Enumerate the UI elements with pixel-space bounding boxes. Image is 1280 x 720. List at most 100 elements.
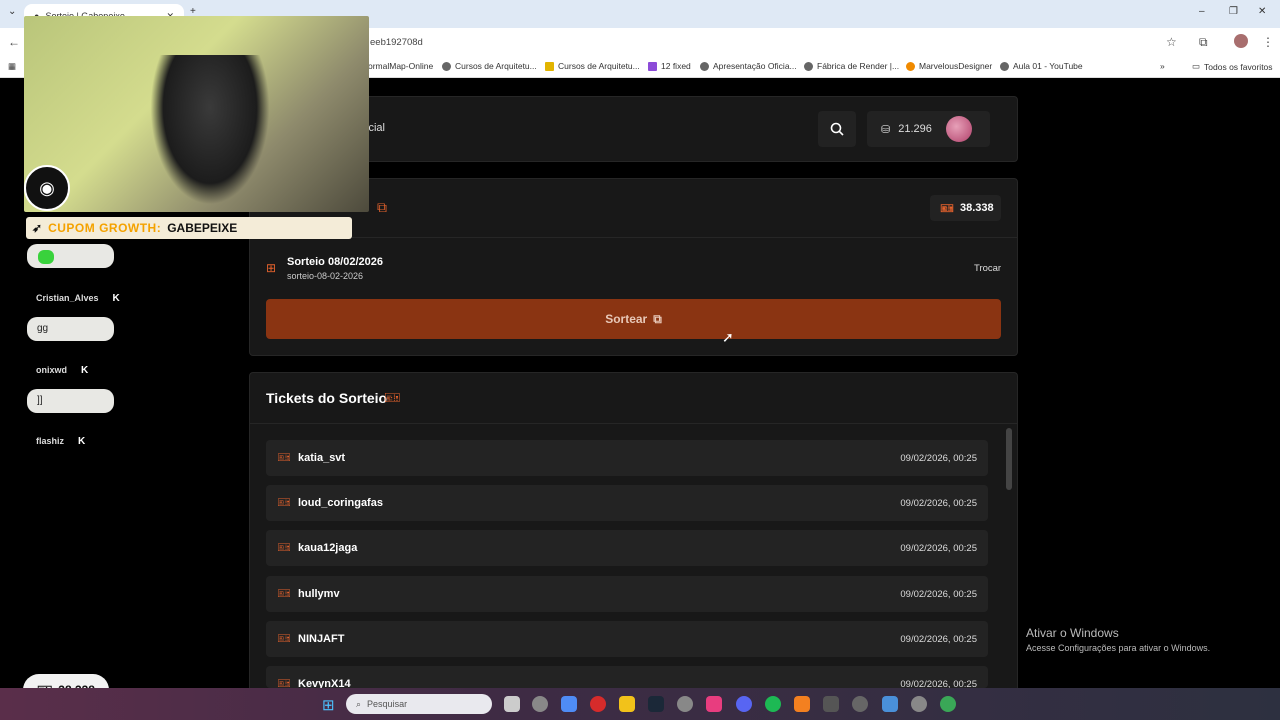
minimize-icon[interactable]: – [1199,6,1205,17]
ticket-row: 🎫︎ katia_svt 09/02/2026, 00:25 [266,440,988,476]
windows-taskbar [0,688,1280,720]
ticket-row: 🎫︎ kaua12jaga 09/02/2026, 00:25 [266,530,988,566]
ticket-count-value: 38.338 [959,202,994,214]
kick-icon: K [81,365,89,376]
file-explorer-icon[interactable] [619,696,635,712]
streamer-logo-icon: ◉ [24,165,70,211]
ticket-date: 09/02/2026, 00:25 [900,634,977,645]
taskbar-app-icon[interactable] [823,696,839,712]
chrome-icon[interactable] [940,696,956,712]
search-icon [830,122,844,136]
bookmark-item[interactable]: 12 fixed [648,61,691,71]
spotify-icon[interactable] [765,696,781,712]
coupon-code: GABEPEIXE [167,221,238,235]
taskbar-app-icon[interactable] [852,696,868,712]
menu-icon[interactable]: ⋮ [1262,35,1274,49]
taskbar-app-icon[interactable] [706,696,722,712]
webcam-person [150,55,270,205]
gift-icon: ⊞ [266,261,277,275]
opera-icon[interactable] [590,696,606,712]
ticket-icon: 🎫︎ [277,588,291,600]
taskbar-app-icon[interactable] [677,696,693,712]
mouse-cursor-icon: ➚ [722,329,734,345]
kick-icon: K [112,293,120,304]
divider [250,237,1017,238]
tickets-title: Tickets do Sorteio [266,390,388,406]
bookmark-item[interactable]: Cursos de Arquitetu... [545,61,640,71]
bookmark-star-icon[interactable]: ☆ [1166,35,1177,49]
taskbar-app-icon[interactable] [911,696,927,712]
ticket-icon: 🎫︎ [277,542,291,554]
chat-user: Cristian_Alves K [36,293,120,304]
ticket-date: 09/02/2026, 00:25 [900,589,977,600]
bookmark-item[interactable]: Aula 01 - YouTube [1000,61,1083,71]
ticket-count-badge: 🎫︎ 38.338 [930,195,1001,221]
draw-button[interactable]: Sortear ⧉ [266,299,1001,339]
ticket-date: 09/02/2026, 00:25 [900,543,977,554]
tab-list-icon[interactable]: ⌄ [8,6,16,17]
bookmarks-overflow-icon[interactable]: » [1160,61,1165,71]
maximize-icon[interactable]: ❐ [1229,6,1238,17]
ticket-user: kaua12jaga [298,542,358,554]
ticket-row: 🎫︎ loud_coringafas 09/02/2026, 00:25 [266,485,988,521]
kick-icon: K [78,436,86,447]
ticket-row: 🎫︎ KevynX14 09/02/2026, 00:25 [266,666,988,688]
ticket-icon: 🎫︎ [384,390,401,405]
ticket-date: 09/02/2026, 00:25 [900,498,977,509]
close-window-icon[interactable]: ✕ [1258,6,1266,17]
profile-avatar[interactable] [1234,34,1248,48]
coupon-banner: ➶ CUPOM GROWTH: GABEPEIXE [26,217,352,239]
external-link-icon: ⧉ [653,311,662,326]
ticket-user: loud_coringafas [298,497,383,509]
task-view-icon[interactable] [504,696,520,712]
apps-icon[interactable]: ▦ [8,61,16,72]
taskbar-app-icon[interactable] [882,696,898,712]
bookmark-item[interactable]: Cursos de Arquitetu... [442,61,537,71]
search-button[interactable] [818,111,856,147]
ticket-row: 🎫︎ hullymv 09/02/2026, 00:25 [266,576,988,612]
windows-start-icon[interactable]: ⊞ [322,696,335,714]
bookmark-item[interactable]: MarvelousDesigner [906,61,992,71]
draw-button-label: Sortear [605,312,648,326]
swap-raffle-button[interactable]: Trocar [974,263,1001,274]
search-icon: ⌕ [356,698,362,709]
bookmark-item[interactable]: Apresentação Oficia... [700,61,797,71]
divider [250,423,1017,424]
ticket-user: hullymv [298,588,340,600]
steam-icon[interactable] [648,696,664,712]
all-bookmarks[interactable]: ▭ Todos os favoritos [1192,61,1273,72]
ticket-user: KevynX14 [298,678,351,688]
ticket-icon: 🎫︎ [277,678,291,688]
address-bar[interactable]: eeb192708d [370,37,423,48]
extensions-icon[interactable]: ⧉ [1199,35,1208,50]
ticket-date: 09/02/2026, 00:25 [900,453,977,464]
ticket-icon: 🎫︎ [277,497,291,509]
discord-icon[interactable] [736,696,752,712]
tickets-scrollbar[interactable] [1006,428,1012,490]
ticket-icon: 🎫︎ [277,633,291,645]
user-avatar[interactable] [945,116,972,142]
bookmark-item[interactable]: Fábrica de Render |... [804,61,899,71]
emote-icon [38,250,54,264]
ticket-row: 🎫︎ NINJAFT 09/02/2026, 00:25 [266,621,988,657]
raffle-name: Sorteio 08/02/2026 [287,256,384,268]
rocket-icon: ➶ [32,221,43,235]
taskbar-search[interactable]: ⌕ Pesquisar [346,694,492,714]
chat-user: onixwd K [36,365,89,376]
external-link-icon[interactable]: ⧉ [377,199,387,216]
bookmark-item[interactable]: ormalMap-Online [368,61,433,71]
coins-value: 21.296 [898,123,932,135]
ticket-user: NINJAFT [298,633,345,645]
raffle-slug: sorteio-08-02-2026 [287,271,364,281]
chat-message: gg [27,317,114,341]
coins-balance-button[interactable]: ⛁ 21.296 [867,111,990,147]
ticket-user: katia_svt [298,452,346,464]
taskbar-app-icon[interactable] [561,696,577,712]
coins-icon: ⛁ [881,123,891,136]
taskbar-app-icon[interactable] [794,696,810,712]
chat-user: flashiz K [36,436,86,447]
windows-activation-notice: Ativar o Windows Acesse Configurações pa… [1026,626,1211,653]
ticket-icon: 🎫︎ [940,202,954,215]
back-icon[interactable]: ← [8,35,20,49]
taskbar-app-icon[interactable] [532,696,548,712]
